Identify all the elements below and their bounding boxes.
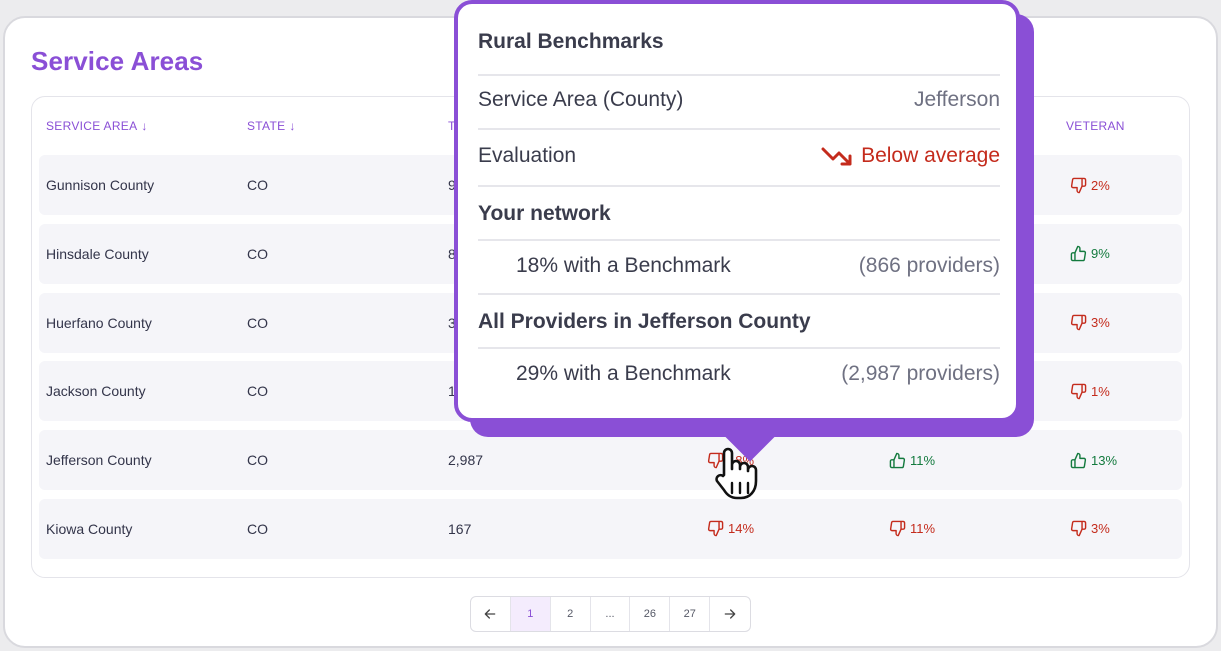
cell-service-area: Huerfano County xyxy=(46,314,152,331)
page-button[interactable]: 2 xyxy=(551,597,591,631)
header-service-area[interactable]: SERVICE AREA ↓ xyxy=(46,119,148,133)
divider xyxy=(478,128,1000,130)
evaluation-status: Below average xyxy=(821,144,1000,168)
cell-total: 2,987 xyxy=(448,452,484,469)
divider xyxy=(478,74,1000,76)
header-veteran[interactable]: VETERAN xyxy=(1066,119,1125,133)
page-title: Service Areas xyxy=(31,46,204,76)
cell-veteran[interactable]: 3% xyxy=(1070,499,1110,559)
divider xyxy=(478,239,1000,241)
trending-down-icon xyxy=(821,147,852,166)
indicator-value: 3% xyxy=(1091,315,1110,331)
table-row[interactable]: Kiowa County CO 167 14% 11% 3% xyxy=(39,498,1182,559)
indicator-value: 2% xyxy=(1091,177,1110,193)
cell-service-area: Jefferson County xyxy=(46,452,152,469)
hand-pointer-icon xyxy=(715,447,758,500)
pagination: 1 2 ... 26 27 xyxy=(470,596,751,632)
indicator-value: 13% xyxy=(1091,452,1118,468)
cell-rural[interactable]: 14% xyxy=(707,499,754,559)
divider xyxy=(478,185,1000,187)
thumbs-down-icon xyxy=(707,521,724,537)
cell-veteran[interactable]: 9% xyxy=(1070,224,1110,284)
sort-down-icon: ↓ xyxy=(289,119,296,133)
page-button[interactable]: 1 xyxy=(510,597,551,631)
all-providers-count: (2,987 providers) xyxy=(841,362,1000,385)
divider xyxy=(478,293,1000,295)
table-row[interactable]: Jefferson County CO 2,987 18% 11% 13% xyxy=(39,430,1182,491)
sort-down-icon: ↓ xyxy=(141,119,148,133)
cell-veteran[interactable]: 3% xyxy=(1070,293,1110,353)
page-button[interactable]: 26 xyxy=(630,597,671,631)
indicator: 3% xyxy=(1070,314,1110,331)
cell-state: CO xyxy=(247,245,268,262)
header-label: STATE xyxy=(247,119,286,133)
cell-veteran[interactable]: 1% xyxy=(1070,361,1110,421)
your-network-count: (866 providers) xyxy=(858,254,1000,277)
cell-service-area: Hinsdale County xyxy=(46,245,149,262)
indicator: 14% xyxy=(707,520,754,537)
indicator-value: 14% xyxy=(728,521,755,537)
indicator-value: 11% xyxy=(910,521,936,537)
indicator: 11% xyxy=(889,452,935,469)
cell-col5[interactable]: 11% xyxy=(889,430,935,490)
indicator: 9% xyxy=(1070,245,1110,262)
cell-service-area: Gunnison County xyxy=(46,177,155,193)
cell-total: 167 xyxy=(448,520,472,537)
indicator-value: 1% xyxy=(1091,383,1110,399)
service-area-label: Service Area (County) xyxy=(478,88,684,111)
indicator: 2% xyxy=(1070,177,1110,194)
thumbs-up-icon xyxy=(1070,452,1087,468)
indicator: 1% xyxy=(1070,383,1110,400)
cell-state: CO xyxy=(247,452,268,469)
arrow-left-icon xyxy=(485,609,496,619)
tooltip-title: Rural Benchmarks xyxy=(478,30,664,53)
thumbs-down-icon xyxy=(1070,177,1087,193)
thumbs-down-icon xyxy=(1070,521,1087,537)
cell-service-area: Kiowa County xyxy=(46,520,133,537)
header-state[interactable]: STATE ↓ xyxy=(247,119,296,133)
all-providers-pct: 29% with a Benchmark xyxy=(516,362,731,385)
header-label: SERVICE AREA xyxy=(46,119,138,133)
prev-page-button[interactable] xyxy=(471,597,511,631)
page-button[interactable]: 27 xyxy=(670,597,711,631)
cell-veteran[interactable]: 13% xyxy=(1070,430,1117,490)
cell-service-area: Jackson County xyxy=(46,383,146,400)
thumbs-down-icon xyxy=(1070,314,1087,331)
service-area-value: Jefferson xyxy=(914,88,1000,111)
indicator: 13% xyxy=(1070,452,1117,469)
thumbs-up-icon xyxy=(1070,246,1087,262)
header-label: VETERAN xyxy=(1066,119,1125,133)
cell-veteran[interactable]: 2% xyxy=(1070,155,1110,215)
evaluation-row: Evaluation Below average xyxy=(478,144,1000,168)
cell-state: CO xyxy=(247,177,268,193)
your-network-row: 18% with a Benchmark (866 providers) xyxy=(478,254,1000,278)
all-providers-row: 29% with a Benchmark (2,987 providers) xyxy=(478,362,1000,386)
indicator-value: 9% xyxy=(1091,246,1110,262)
next-page-button[interactable] xyxy=(710,597,750,631)
cell-state: CO xyxy=(247,314,268,331)
all-providers-heading: All Providers in Jefferson County xyxy=(478,310,811,333)
rural-benchmarks-tooltip: Rural Benchmarks Service Area (County) J… xyxy=(454,0,1020,422)
indicator: 11% xyxy=(889,520,935,537)
your-network-pct: 18% with a Benchmark xyxy=(516,254,731,277)
indicator-value: 11% xyxy=(910,452,936,468)
indicator: 3% xyxy=(1070,520,1110,537)
indicator-value: 3% xyxy=(1091,521,1110,537)
arrow-right-icon xyxy=(724,609,736,619)
your-network-heading: Your network xyxy=(478,202,611,225)
thumbs-down-icon xyxy=(889,521,906,537)
page-ellipsis: ... xyxy=(591,597,631,631)
cell-col5[interactable]: 11% xyxy=(889,499,935,559)
thumbs-up-icon xyxy=(889,452,906,468)
cell-state: CO xyxy=(247,383,268,400)
service-area-row: Service Area (County) Jefferson xyxy=(478,88,1000,112)
divider xyxy=(478,347,1000,349)
evaluation-label: Evaluation xyxy=(478,144,577,167)
thumbs-down-icon xyxy=(1070,383,1087,400)
cell-state: CO xyxy=(247,520,268,537)
evaluation-value: Below average xyxy=(861,144,1000,167)
